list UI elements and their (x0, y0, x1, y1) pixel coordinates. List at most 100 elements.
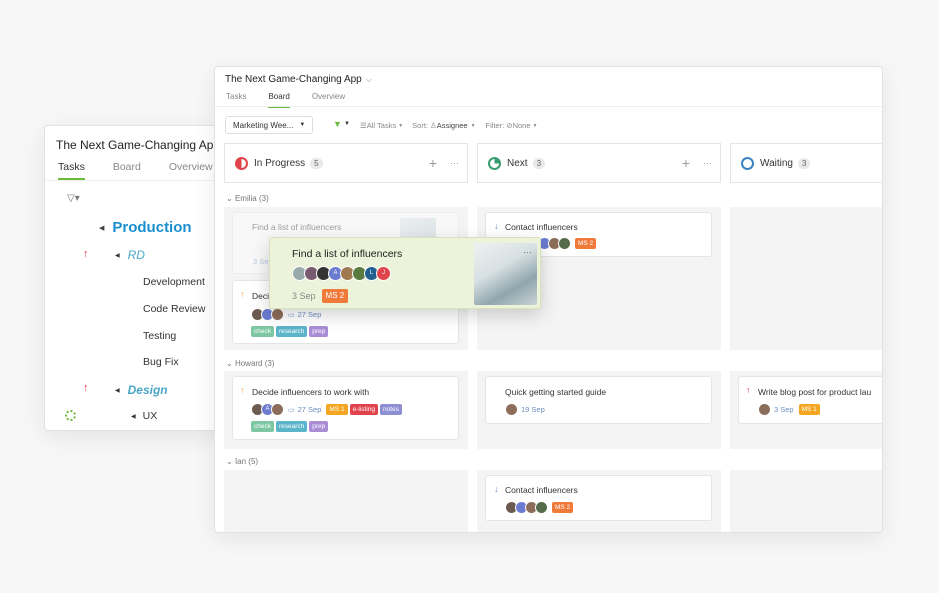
chevron-down-icon[interactable]: ⌵ (366, 75, 372, 85)
group-name: Ian (234, 457, 247, 466)
card-title: Contact influencers (505, 222, 578, 232)
tag-prep: prep (309, 421, 329, 432)
task-card[interactable]: ↑ Write blog post for product lau 3 Sep … (738, 376, 882, 424)
back-tabs: Tasks Board Overview (58, 161, 213, 180)
waiting-status-icon (741, 156, 754, 170)
dragged-task-card[interactable]: Find a list of influencers A L J 3 Sep M… (269, 237, 541, 309)
collapse-icon[interactable]: ◀ (115, 252, 120, 259)
production-title[interactable]: Production (112, 219, 191, 236)
tab-tasks[interactable]: Tasks (58, 161, 85, 180)
collapse-icon[interactable]: ◀ (115, 387, 120, 394)
avatar (558, 237, 571, 250)
add-icon[interactable]: + (429, 155, 437, 171)
more-icon[interactable]: ··· (523, 247, 532, 257)
card-title: Find a list of influencers (292, 248, 403, 260)
priority-down-icon: ↓ (494, 484, 499, 494)
group-name: Howard (234, 359, 263, 368)
in-progress-status-icon (235, 156, 248, 170)
card-title: Deci (252, 291, 270, 301)
filter-dropdown[interactable]: None (513, 121, 531, 130)
priority-up-icon: ↑ (83, 382, 89, 394)
next-status-icon (488, 156, 501, 170)
avatar (535, 501, 548, 514)
group-count: (3) (264, 359, 275, 368)
avatar (758, 403, 771, 416)
tab-overview[interactable]: Overview (169, 161, 213, 180)
add-icon[interactable]: + (682, 155, 690, 171)
loading-icon (65, 410, 76, 421)
column-title: Waiting (760, 157, 793, 169)
card-date: 19 Sep (521, 405, 545, 414)
sort-label: Sort: (412, 121, 428, 130)
avatar: J (376, 266, 391, 281)
task-card[interactable]: ↓ Contact influencers MS 2 (485, 475, 712, 521)
chevron-down-icon: ▼ (299, 122, 306, 128)
column-count: 3 (532, 157, 546, 169)
tree-item-development[interactable]: Development (143, 276, 205, 288)
filter-icon[interactable]: ▼ (333, 119, 342, 129)
user-icon: ♙ (430, 121, 437, 130)
task-card[interactable]: Quick getting started guide 19 Sep (485, 376, 712, 424)
column-count: 5 (310, 157, 323, 169)
all-tasks-dropdown[interactable]: All Tasks (367, 121, 396, 130)
calendar-icon: ▭ (288, 311, 295, 319)
tag-prep: prep (309, 326, 329, 337)
card-title: Write blog post for product lau (758, 387, 872, 397)
group-count: (5) (248, 457, 259, 466)
tag-ms1: MS 1 (798, 404, 820, 415)
tag-research: research (275, 421, 308, 432)
card-title: Contact influencers (505, 485, 578, 495)
tag-ms2: MS 2 (575, 238, 597, 249)
design-folder[interactable]: Design (128, 383, 168, 397)
tree-item-bug-fix[interactable]: Bug Fix (143, 356, 179, 368)
tree-item-code-review[interactable]: Code Review (143, 303, 205, 315)
lane (730, 470, 882, 532)
avatar (271, 308, 284, 321)
collapse-icon[interactable]: ◀ (99, 224, 104, 232)
tag-ms2: MS 2 (321, 289, 349, 303)
tag-check: check (251, 421, 274, 432)
card-date: 3 Sep (774, 405, 794, 414)
tree-item-ux[interactable]: UX (143, 410, 158, 422)
lane (224, 470, 468, 532)
tree-item-testing[interactable]: Testing (143, 330, 176, 342)
avatar (505, 403, 518, 416)
tag-ms1: MS 1 (326, 404, 348, 415)
card-date: 27 Sep (297, 405, 322, 414)
priority-up-icon: ↑ (240, 289, 245, 299)
back-window-title: The Next Game-Changing Ap (56, 138, 214, 152)
more-icon[interactable]: ··· (450, 158, 459, 168)
tag-notes: notes (379, 404, 402, 415)
tab-board[interactable]: Board (113, 161, 141, 180)
column-waiting[interactable]: Waiting 3 (730, 143, 882, 183)
tag-check: check (251, 326, 274, 337)
filter-label: Filter: (485, 121, 505, 130)
task-card[interactable]: ↑ Decide influencers to work with A ▭ 27… (232, 376, 459, 440)
list-icon: ☰ (360, 121, 367, 130)
group-count: (3) (258, 194, 269, 203)
column-in-progress[interactable]: In Progress 5 + ··· (224, 143, 468, 183)
filter-icon[interactable]: ▽▾ (67, 193, 80, 204)
more-icon[interactable]: ··· (703, 158, 712, 168)
collapse-icon[interactable]: ◀ (131, 413, 136, 420)
priority-up-icon: ↑ (746, 385, 751, 395)
rd-folder[interactable]: RD (128, 248, 145, 262)
column-next[interactable]: Next 3 + ··· (477, 143, 721, 183)
tag-elisting: e-listing (349, 404, 378, 415)
column-title: In Progress (254, 157, 306, 169)
card-title: Quick getting started guide (505, 387, 607, 397)
group-emilia[interactable]: ⌄ Emilia (3) (226, 194, 269, 203)
sort-dropdown[interactable]: Assignee (437, 121, 468, 130)
calendar-icon: ▭ (288, 406, 295, 414)
priority-up-icon: ↑ (83, 248, 89, 260)
group-howard[interactable]: ⌄ Howard (3) (226, 359, 275, 368)
view-select[interactable]: Marketing Wee... (233, 121, 293, 130)
tag-research: research (275, 326, 308, 337)
group-ian[interactable]: ⌄ Ian (5) (226, 457, 258, 466)
window-title[interactable]: The Next Game-Changing App (225, 74, 362, 85)
tag-ms2: MS 2 (552, 502, 574, 513)
card-date: 3 Sep (292, 291, 316, 301)
avatar (271, 403, 284, 416)
column-count: 3 (797, 157, 811, 169)
chevron-down-icon: ▼ (344, 121, 350, 127)
